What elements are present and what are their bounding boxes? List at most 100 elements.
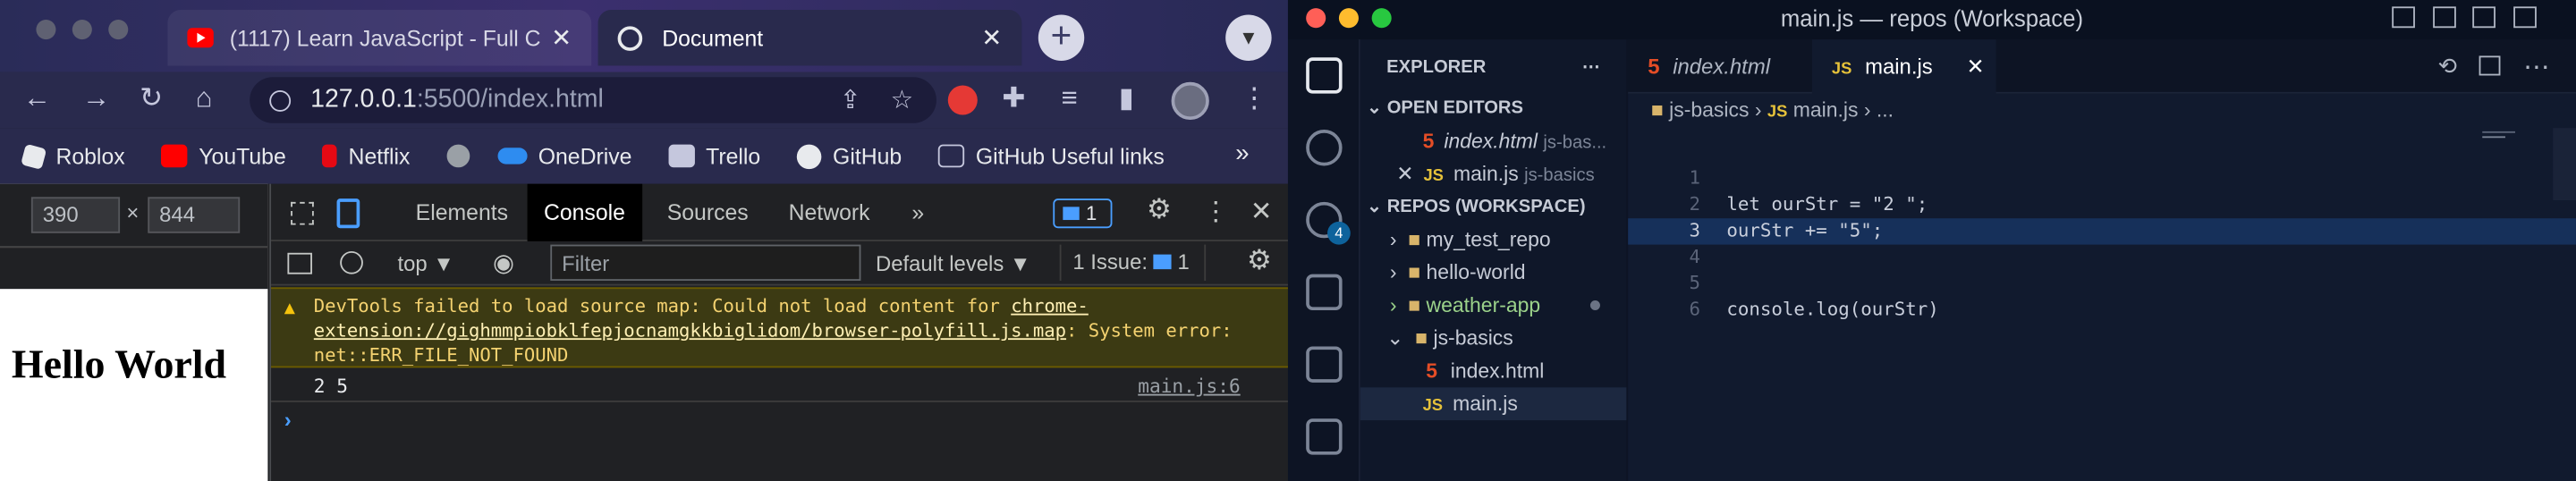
close-tab-icon[interactable]: ✕ [981, 23, 1002, 53]
bookmark-onedrive[interactable]: OneDrive [496, 144, 631, 168]
avatar[interactable] [1171, 81, 1209, 121]
editor-tab-main-js[interactable]: JS main.js ✕ [1811, 39, 1996, 94]
code-line-selected[interactable]: 3 ourStr += "5"; [1628, 218, 2576, 245]
browser-tab-document[interactable]: Document ✕ [597, 10, 1022, 66]
bookmark-github[interactable]: GitHub [796, 143, 902, 169]
search-icon[interactable] [1306, 130, 1343, 166]
browser-tab-youtube[interactable]: (1117) Learn JavaScript - Full C ✕ [167, 10, 592, 66]
more-tabs-button[interactable]: » [895, 184, 941, 241]
minimize-window-button[interactable] [1338, 8, 1359, 29]
more-bookmarks-button[interactable]: » [1235, 139, 1249, 167]
tab-sources[interactable]: Sources [650, 184, 765, 241]
viewport-height-input[interactable]: 844 [148, 197, 241, 233]
bookmark-star-icon[interactable]: ☆ [891, 85, 914, 116]
new-tab-button[interactable]: + [1038, 14, 1085, 61]
tab-console[interactable]: Console [527, 183, 642, 241]
toggle-sidebar-icon[interactable] [2392, 6, 2415, 29]
maximize-window-button[interactable] [1371, 8, 1392, 29]
open-editor-index-html[interactable]: 5 index.html js-bas... [1360, 125, 1627, 158]
bookmark-globe[interactable] [445, 144, 481, 168]
breadcrumb-symbol[interactable]: ... [1877, 98, 1894, 122]
close-devtools-icon[interactable]: ✕ [1250, 196, 1273, 229]
bookmark-roblox[interactable]: Roblox [21, 142, 125, 170]
close-window-button[interactable] [36, 20, 56, 40]
code-line[interactable]: 2 let ourStr = "2 "; [1628, 192, 2576, 218]
customize-layout-icon[interactable] [2513, 6, 2537, 29]
log-source-link[interactable]: main.js:6 [1138, 375, 1240, 398]
split-editor-icon[interactable] [2479, 55, 2501, 76]
tree-folder-js-basics[interactable]: ⌄ ■ js-basics [1360, 322, 1627, 355]
inspect-element-icon[interactable] [291, 201, 314, 225]
tab-search-button[interactable]: ▼ [1225, 14, 1272, 61]
open-editors-section[interactable]: ⌄ OPEN EDITORS [1360, 92, 1627, 125]
breadcrumb-folder[interactable]: js-basics [1669, 98, 1749, 122]
live-expression-eye-icon[interactable]: ◉ [493, 248, 514, 277]
code-line[interactable]: 6 console.log(ourStr) [1628, 297, 2576, 323]
remote-explorer-icon[interactable] [1306, 418, 1343, 455]
reload-icon[interactable]: ↻ [140, 82, 163, 115]
forward-arrow-icon[interactable]: → [82, 82, 110, 115]
settings-gear-icon[interactable]: ⚙ [1147, 194, 1172, 227]
device-dimensions-bar: 390 × 844 [0, 183, 268, 247]
tree-folder-hello-world[interactable]: › ■ hello-world [1360, 256, 1627, 289]
tree-file-main-js[interactable]: JS main.js [1360, 387, 1627, 421]
toggle-secondary-sidebar-icon[interactable] [2472, 6, 2496, 29]
warning-icon: ▲ [284, 297, 295, 319]
editor-tab-index-html[interactable]: 5 index.html [1628, 39, 1812, 94]
scrollbar[interactable] [2553, 128, 2576, 201]
home-icon[interactable]: ⌂ [196, 82, 213, 115]
adblock-extension-icon[interactable] [947, 85, 978, 115]
toggle-panel-icon[interactable] [2433, 6, 2456, 29]
context-selector[interactable]: top ▼ [397, 251, 453, 276]
media-control-icon[interactable]: ≡ [1062, 82, 1078, 115]
workspace-section[interactable]: ⌄ REPOS (WORKSPACE) [1360, 190, 1627, 224]
code-line[interactable]: 5 [1628, 271, 2576, 297]
run-debug-icon[interactable] [1306, 274, 1343, 311]
code-line[interactable]: 1 [1628, 165, 2576, 191]
tab-network[interactable]: Network [772, 184, 886, 241]
modified-dot-icon [1589, 300, 1600, 311]
more-actions-icon[interactable]: ⋯ [1582, 51, 1600, 84]
close-window-button[interactable] [1306, 8, 1326, 29]
extensions-puzzle-icon[interactable]: ✚ [1002, 82, 1025, 115]
clear-console-icon[interactable] [340, 250, 363, 274]
issues-button[interactable]: 1 Issue: 1 [1059, 244, 1207, 281]
maximize-window-button[interactable] [108, 20, 129, 40]
messages-badge[interactable]: 1 [1053, 198, 1113, 229]
html5-icon: 5 [1648, 54, 1660, 80]
bookmark-netflix[interactable]: Netflix [322, 144, 410, 168]
open-editor-main-js[interactable]: ✕ JS main.js js-basics [1360, 157, 1627, 190]
console-warning-message: ▲ DevTools failed to load source map: Co… [271, 287, 1290, 368]
tree-folder-weather-app[interactable]: › ■ weather-app [1360, 289, 1627, 322]
close-tab-icon[interactable]: ✕ [1967, 39, 1985, 94]
tab-elements[interactable]: Elements [399, 184, 524, 241]
bookmark-youtube[interactable]: YouTube [161, 144, 286, 168]
explorer-files-icon[interactable] [1306, 57, 1343, 94]
code-line[interactable]: 4 [1628, 245, 2576, 271]
bookmark-folder-github-links[interactable]: GitHub Useful links [937, 144, 1165, 168]
sidebar-toggle-icon[interactable] [287, 252, 312, 274]
extensions-icon[interactable] [1306, 346, 1343, 383]
log-levels-dropdown[interactable]: Default levels ▼ [876, 251, 1031, 276]
editor-more-icon[interactable]: ⋯ [2523, 51, 2549, 84]
tree-folder-my-test-repo[interactable]: › ■ my_test_repo [1360, 224, 1627, 257]
console-prompt[interactable]: › [284, 407, 292, 432]
chrome-menu-icon[interactable]: ⋮ [1241, 82, 1268, 115]
viewport-width-input[interactable]: 390 [30, 197, 121, 233]
minimap[interactable] [2482, 128, 2547, 144]
share-icon[interactable]: ⇪ [840, 85, 861, 116]
breadcrumb-file[interactable]: main.js [1793, 98, 1859, 122]
devtools-menu-icon[interactable]: ⋮ [1202, 196, 1228, 229]
timeline-icon[interactable]: ⟲ [2438, 53, 2458, 80]
filter-input[interactable]: Filter [550, 244, 861, 281]
close-tab-icon[interactable]: ✕ [551, 23, 572, 53]
side-panel-icon[interactable]: ▮ [1119, 82, 1134, 115]
back-arrow-icon[interactable]: ← [23, 82, 51, 115]
minimize-window-button[interactable] [72, 20, 92, 40]
tree-file-index-html[interactable]: 5 index.html [1360, 355, 1627, 388]
bookmark-trello[interactable]: Trello [667, 144, 760, 168]
close-editor-icon[interactable]: ✕ [1396, 163, 1413, 186]
device-toolbar-icon[interactable] [336, 198, 360, 229]
console-settings-gear-icon[interactable]: ⚙ [1247, 245, 1272, 278]
address-bar[interactable]: 127.0.0.1:5500/index.html ⇪ ☆ [250, 77, 936, 123]
